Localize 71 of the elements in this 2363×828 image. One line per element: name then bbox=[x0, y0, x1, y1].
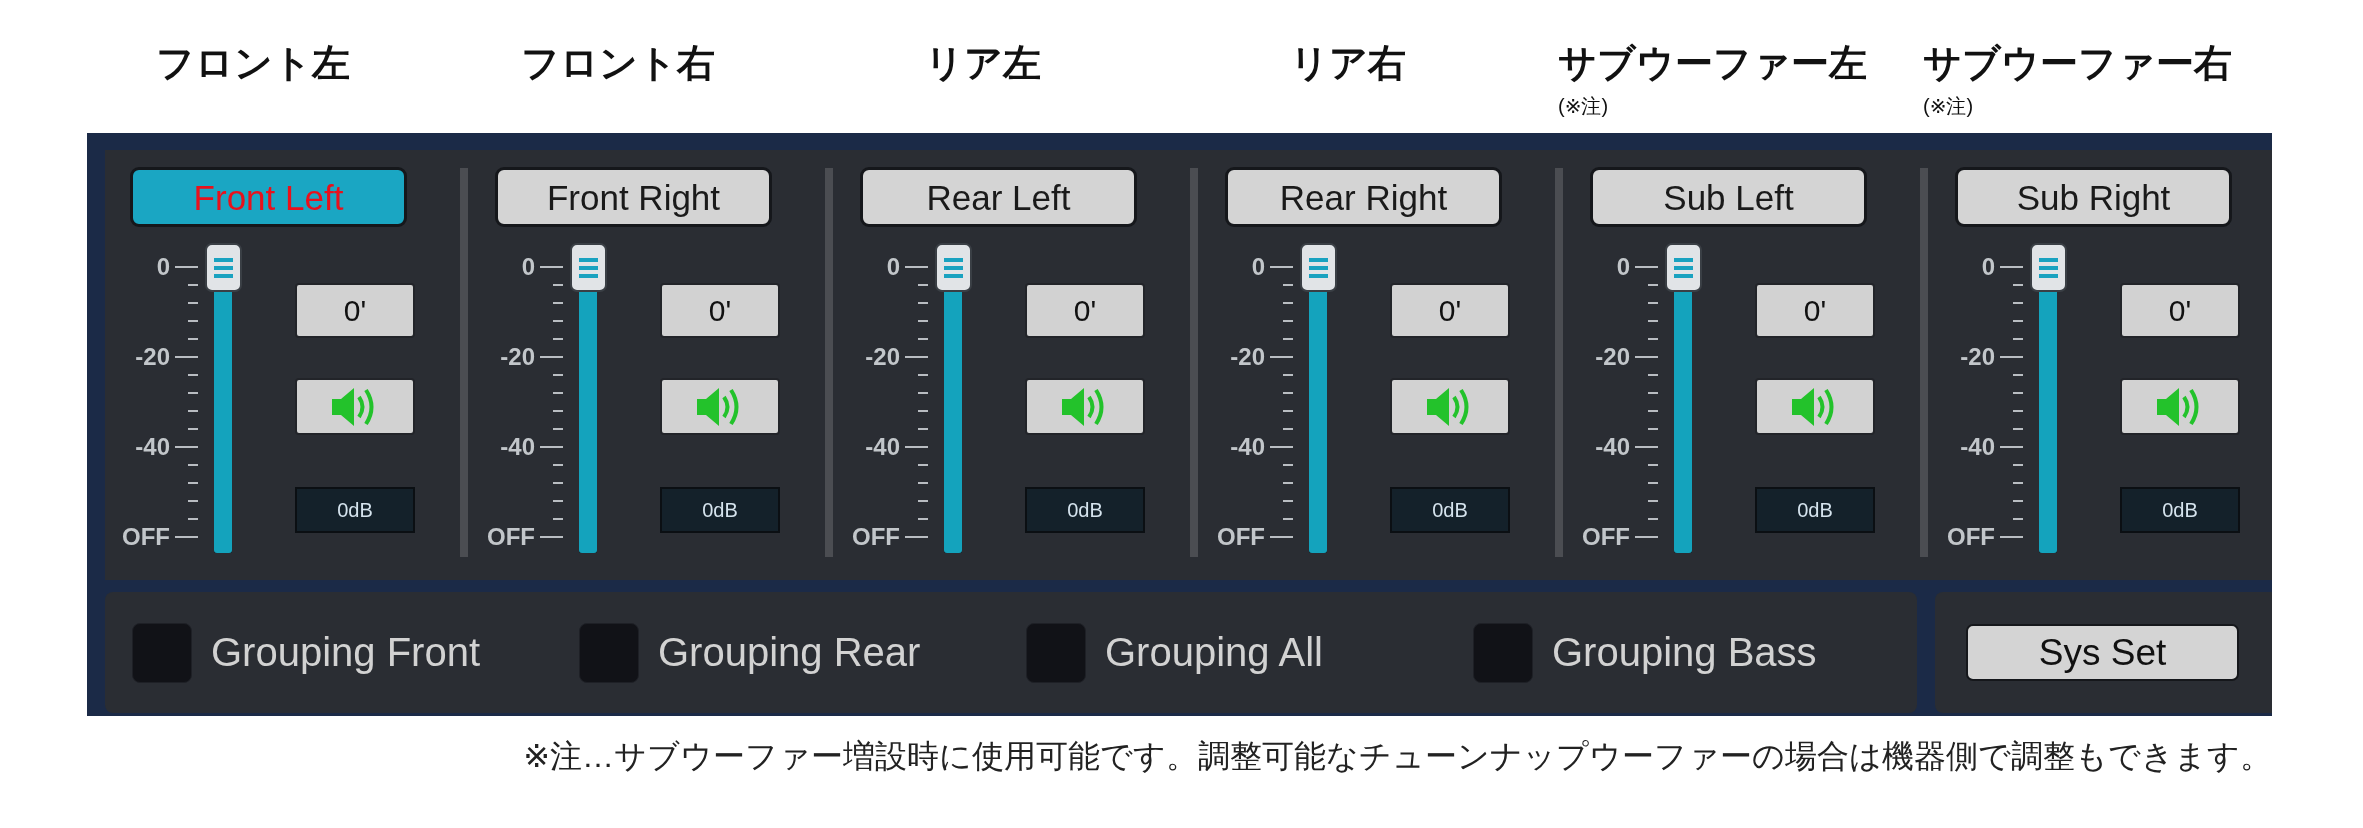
channel-heading: リア左 bbox=[924, 41, 1041, 86]
checkbox[interactable] bbox=[579, 622, 639, 683]
slider-thumb[interactable] bbox=[205, 243, 242, 292]
channel-tab[interactable]: Front Right bbox=[495, 167, 772, 227]
channel-heading: サブウーファー左 bbox=[1558, 41, 1867, 86]
checkbox[interactable] bbox=[1026, 622, 1086, 683]
gain-field[interactable]: 0dB bbox=[1025, 487, 1145, 533]
speaker-button[interactable] bbox=[1390, 378, 1510, 435]
scale-label: -40 bbox=[135, 433, 170, 461]
scale-label: OFF bbox=[487, 523, 535, 551]
value-button[interactable]: 0' bbox=[295, 283, 415, 338]
scale-label: OFF bbox=[122, 523, 170, 551]
channel-heading: リア右 bbox=[1289, 41, 1406, 86]
value-button[interactable]: 0' bbox=[660, 283, 780, 338]
speaker-button[interactable] bbox=[1025, 378, 1145, 435]
scale-label: -20 bbox=[135, 343, 170, 371]
gain-field[interactable]: 0dB bbox=[1755, 487, 1875, 533]
checkbox-label[interactable]: Grouping Front bbox=[211, 630, 481, 675]
scale-label: -40 bbox=[1595, 433, 1630, 461]
speaker-button[interactable] bbox=[660, 378, 780, 435]
scale-label: -20 bbox=[1960, 343, 1995, 371]
gain-field[interactable]: 0dB bbox=[2120, 487, 2240, 533]
note-mark: (※注) bbox=[1923, 94, 1974, 118]
scale-label: -20 bbox=[500, 343, 535, 371]
channel-tab[interactable]: Rear Right bbox=[1225, 167, 1502, 227]
slider-thumb[interactable] bbox=[935, 243, 972, 292]
scale-label: -20 bbox=[1230, 343, 1265, 371]
scale-label: -40 bbox=[1230, 433, 1265, 461]
scale-label: 0 bbox=[521, 253, 535, 281]
scale-label: 0 bbox=[1981, 253, 1995, 281]
scale-label: -20 bbox=[1595, 343, 1630, 371]
value-button[interactable]: 0' bbox=[1025, 283, 1145, 338]
scale-label: -40 bbox=[865, 433, 900, 461]
slider-thumb[interactable] bbox=[1300, 243, 1337, 292]
scale-label: -40 bbox=[500, 433, 535, 461]
scale-label: OFF bbox=[1217, 523, 1265, 551]
scale-label: -40 bbox=[1960, 433, 1995, 461]
channel-heading: サブウーファー右 bbox=[1923, 41, 2232, 86]
value-button[interactable]: 0' bbox=[1755, 283, 1875, 338]
scale-label: 0 bbox=[156, 253, 170, 281]
speaker-button[interactable] bbox=[295, 378, 415, 435]
scale-label: 0 bbox=[1616, 253, 1630, 281]
scale-label: 0 bbox=[886, 253, 900, 281]
gain-field[interactable]: 0dB bbox=[295, 487, 415, 533]
speaker-button[interactable] bbox=[1755, 378, 1875, 435]
checkbox-label[interactable]: Grouping All bbox=[1105, 630, 1323, 675]
value-button[interactable]: 0' bbox=[1390, 283, 1510, 338]
channel-tab[interactable]: Rear Left bbox=[860, 167, 1137, 227]
scale-label: 0 bbox=[1251, 253, 1265, 281]
channel-heading: フロント左 bbox=[155, 41, 350, 86]
slider-thumb[interactable] bbox=[1665, 243, 1702, 292]
channel-tab[interactable]: Sub Left bbox=[1590, 167, 1867, 227]
scale-label: OFF bbox=[1947, 523, 1995, 551]
value-button[interactable]: 0' bbox=[2120, 283, 2240, 338]
channel-tab[interactable]: Sub Right bbox=[1955, 167, 2232, 227]
gain-field[interactable]: 0dB bbox=[660, 487, 780, 533]
sys-set-button[interactable]: Sys Set bbox=[1966, 624, 2239, 681]
checkbox-label[interactable]: Grouping Rear bbox=[658, 630, 921, 675]
checkbox-label[interactable]: Grouping Bass bbox=[1552, 630, 1817, 675]
slider-thumb[interactable] bbox=[570, 243, 607, 292]
slider-thumb[interactable] bbox=[2030, 243, 2067, 292]
speaker-button[interactable] bbox=[2120, 378, 2240, 435]
checkbox[interactable] bbox=[1473, 622, 1533, 683]
scale-label: OFF bbox=[852, 523, 900, 551]
footnote: ※注…サブウーファー増設時に使用可能です。調整可能なチューンナップウーファーの場合は機器側で調整もできます。 bbox=[523, 737, 2272, 776]
scale-label: OFF bbox=[1582, 523, 1630, 551]
checkbox[interactable] bbox=[132, 622, 192, 683]
channel-heading: フロント右 bbox=[520, 41, 715, 86]
scale-label: -20 bbox=[865, 343, 900, 371]
gain-field[interactable]: 0dB bbox=[1390, 487, 1510, 533]
note-mark: (※注) bbox=[1558, 94, 1609, 118]
